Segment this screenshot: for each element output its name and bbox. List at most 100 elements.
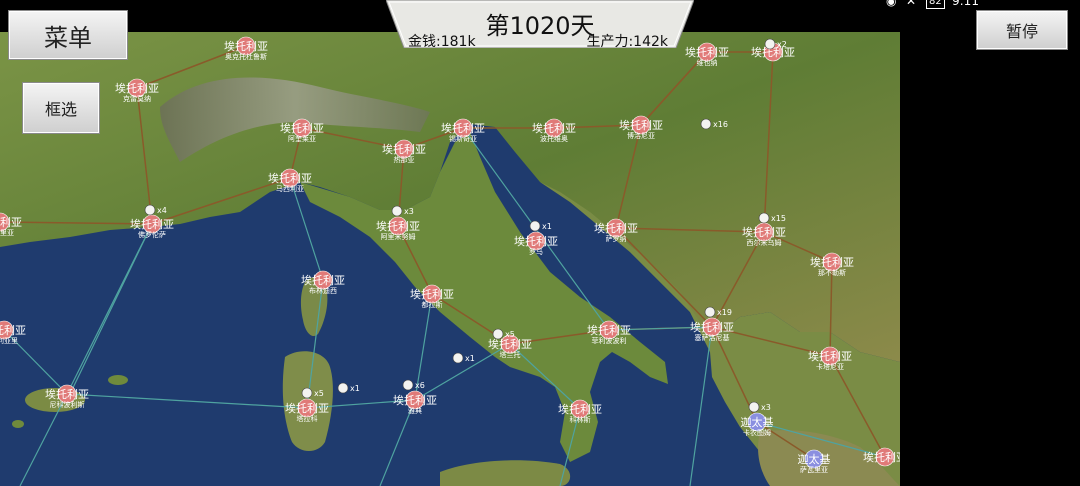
map-canvas[interactable]: 埃托利亚奥克托杜鲁斯 埃托利亚维也纳埃托利亚克雷莫纳埃托利亚阿奎莱亚埃托利亚锡斯奇… [0, 32, 900, 486]
city-name: 埃托利亚 [410, 287, 454, 301]
city-name: 埃托利亚 [863, 450, 900, 464]
city-name: 埃托利亚 [594, 221, 638, 235]
money-readout: 金钱:181k [408, 34, 476, 50]
city-marker[interactable]: 埃托利亚阿里米努姆 [376, 216, 420, 241]
army-unit[interactable]: x16 [700, 118, 728, 130]
clock: 9:11 [952, 0, 979, 8]
city-subtitle: 菲利波波利 [592, 336, 627, 345]
army-icon[interactable] [529, 220, 541, 232]
city-subtitle: 锡斯奇亚 [449, 134, 477, 143]
city-subtitle: 阿莱里亚 [0, 228, 14, 237]
city-subtitle: 科林斯 [570, 415, 591, 424]
army-icon[interactable] [704, 306, 716, 318]
army-count: x3 [404, 207, 414, 216]
army-icon[interactable] [758, 212, 770, 224]
city-name: 埃托利亚 [45, 387, 89, 401]
city-name: 埃托利亚 [285, 401, 329, 415]
city-name: 埃托利亚 [690, 320, 734, 334]
city-subtitle: 那不勒斯 [818, 268, 846, 277]
city-subtitle: 佛罗伦萨 [138, 230, 166, 239]
city-name: 埃托利亚 [376, 219, 420, 233]
city-name: 埃托利亚 [280, 121, 324, 135]
army-icon[interactable] [764, 38, 776, 50]
mute-icon: ✕ [906, 0, 917, 8]
land-islet [108, 375, 128, 385]
city-marker[interactable]: 埃托利亚 [863, 447, 900, 467]
city-name: 埃托利亚 [224, 39, 268, 53]
box-select-button[interactable]: 框选 [22, 82, 100, 134]
army-icon[interactable] [452, 352, 464, 364]
city-subtitle: 阿奎莱亚 [288, 134, 316, 143]
city-subtitle: 阿里米努姆 [381, 232, 416, 241]
city-subtitle: 波托维奥 [540, 134, 568, 143]
city-name: 埃托利亚 [488, 337, 532, 351]
city-marker[interactable]: 迦太基卡农图姆 [741, 412, 774, 437]
army-icon[interactable] [700, 118, 712, 130]
city-name: 埃托利亚 [558, 402, 602, 416]
city-marker[interactable]: 迦太基萨瓦里亚 [798, 449, 831, 474]
city-name: 埃托利亚 [393, 393, 437, 407]
city-marker[interactable]: 埃托利亚尼科波利斯 [45, 384, 89, 409]
city-name: 埃托利亚 [587, 323, 631, 337]
city-name: 埃托利亚 [532, 121, 576, 135]
city-name: 埃托利亚 [130, 217, 174, 231]
city-marker[interactable]: 埃托利亚奥克托杜鲁斯 [224, 36, 268, 61]
city-marker[interactable]: 埃托利亚西尔米乌姆 [742, 222, 786, 247]
city-subtitle: 卡利亚里 [0, 336, 18, 345]
eye-icon: ◉ [886, 0, 897, 8]
army-icon[interactable] [337, 382, 349, 394]
city-subtitle: 雅典 [408, 406, 422, 415]
production-readout: 生产力:142k [586, 34, 668, 50]
city-name: 埃托利亚 [115, 81, 159, 95]
pause-button[interactable]: 暂停 [976, 10, 1068, 50]
city-subtitle: 卡塔尼亚 [816, 362, 844, 371]
city-subtitle: 萨瓦里亚 [800, 465, 828, 474]
army-icon[interactable] [492, 328, 504, 340]
army-icon[interactable] [301, 387, 313, 399]
city-subtitle: 罗马 [529, 248, 543, 256]
city-subtitle: 萨罗纳 [606, 234, 627, 243]
city-subtitle: 马西利亚 [276, 184, 304, 193]
army-unit[interactable]: x19 [704, 306, 732, 318]
city-subtitle: 都拉斯 [422, 300, 443, 309]
army-count: x15 [771, 214, 786, 223]
land-islet [12, 420, 24, 428]
city-name: 埃托利亚 [742, 225, 786, 239]
army-count: x16 [713, 120, 728, 129]
army-count: x6 [415, 381, 425, 390]
city-name: 埃托利亚 [382, 142, 426, 156]
city-marker[interactable]: 埃托利亚菲利波波利 [587, 320, 631, 345]
city-name: 埃托利亚 [441, 121, 485, 135]
city-name: 埃托利亚 [514, 234, 558, 248]
city-subtitle: 克雷莫纳 [123, 94, 151, 103]
city-subtitle: 奥克托杜鲁斯 [225, 52, 267, 61]
army-icon[interactable] [402, 379, 414, 391]
menu-button[interactable]: 菜单 [8, 10, 128, 60]
city-subtitle: 塔拉科 [297, 414, 318, 423]
army-icon[interactable] [748, 401, 760, 413]
city-marker[interactable]: 埃托利亚塞萨洛尼基 [690, 317, 734, 342]
city-name: 埃托利亚 [810, 255, 854, 269]
city-subtitle: 塔兰托 [500, 350, 521, 359]
army-count: x4 [157, 206, 167, 215]
city-subtitle: 卡农图姆 [743, 428, 771, 437]
city-subtitle: 博洛尼亚 [627, 131, 655, 140]
army-unit[interactable]: x15 [758, 212, 786, 224]
army-icon[interactable] [391, 205, 403, 217]
army-count: x5 [314, 389, 324, 398]
army-count: x5 [505, 330, 515, 339]
city-subtitle: 布林迪西 [309, 286, 337, 295]
city-name: 埃托利亚 [0, 215, 22, 229]
city-name: 埃托利亚 [619, 118, 663, 132]
city-name: 迦太基 [741, 416, 774, 429]
battery-indicator: 82 [926, 0, 945, 9]
army-count: x19 [717, 308, 732, 317]
city-name: 埃托利亚 [808, 349, 852, 363]
city-subtitle: 尼科波利斯 [50, 400, 85, 409]
army-count: x2 [777, 40, 787, 49]
army-icon[interactable] [144, 204, 156, 216]
game-map[interactable]: 埃托利亚 奥克托杜鲁斯 埃托利亚 维也纳 埃托利亚 克雷莫纳 埃托利亚 阿奎莱亚 埃托利亚 锡斯奇… [0, 32, 900, 486]
status-banner: 第1020天 金钱:181k 生产力:142k [386, 0, 694, 50]
city-subtitle: 维也纳 [697, 58, 718, 67]
army-count: x1 [350, 384, 360, 393]
